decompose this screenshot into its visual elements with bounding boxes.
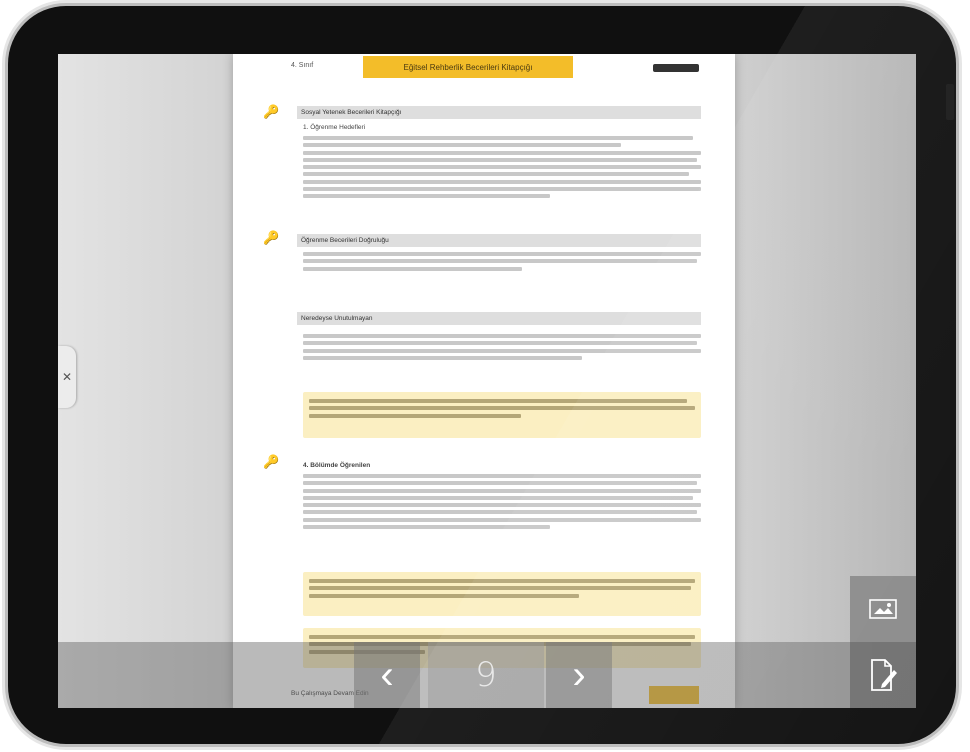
- highlight-box: [303, 572, 701, 616]
- background-left: [58, 54, 233, 708]
- tablet-frame: ✕ 4. Sınıf Eğitsel Rehberlik Becerileri …: [8, 6, 956, 744]
- key-icon[interactable]: 🔑: [263, 454, 279, 469]
- section-subheading-1: 1. Öğrenme Hedefleri: [303, 124, 366, 131]
- bottom-toolbar: ‹ 9 ›: [58, 642, 916, 708]
- page-header: 4. Sınıf Eğitsel Rehberlik Becerileri Ki…: [233, 54, 735, 80]
- image-icon: [869, 599, 897, 619]
- highlight-box: [303, 392, 701, 438]
- section-2-text: [303, 252, 701, 274]
- section-1-text: [303, 136, 701, 202]
- header-left-label: 4. Sınıf: [291, 62, 314, 69]
- edit-notes-button[interactable]: [850, 642, 916, 708]
- close-icon: ✕: [61, 370, 73, 384]
- side-panel-toggle[interactable]: ✕: [58, 346, 76, 408]
- section-heading-2: Öğrenme Becerileri Doğruluğu: [297, 234, 701, 247]
- section-heading-4: 4. Bölümde Öğrenilen: [303, 462, 371, 469]
- key-icon[interactable]: 🔑: [263, 104, 279, 119]
- chevron-left-icon: ‹: [380, 652, 394, 697]
- page-number-indicator[interactable]: 9: [428, 642, 544, 708]
- edit-document-icon: [871, 659, 897, 691]
- key-icon[interactable]: 🔑: [263, 230, 279, 245]
- section-4-text: [303, 474, 701, 532]
- header-title: Eğitsel Rehberlik Becerileri Kitapçığı: [363, 56, 573, 78]
- previous-page-button[interactable]: ‹: [354, 642, 420, 708]
- chevron-right-icon: ›: [572, 652, 586, 697]
- section-heading-3: Neredeyse Unutulmayan: [297, 312, 701, 325]
- document-page: 4. Sınıf Eğitsel Rehberlik Becerileri Ki…: [233, 54, 735, 708]
- publisher-logo: [653, 64, 699, 72]
- section-3-text: [303, 334, 701, 363]
- image-view-button[interactable]: [850, 576, 916, 642]
- next-page-button[interactable]: ›: [546, 642, 612, 708]
- screen: ✕ 4. Sınıf Eğitsel Rehberlik Becerileri …: [58, 54, 916, 708]
- section-heading-1: Sosyal Yetenek Becerileri Kitapçığı: [297, 106, 701, 119]
- hardware-button: [946, 84, 954, 120]
